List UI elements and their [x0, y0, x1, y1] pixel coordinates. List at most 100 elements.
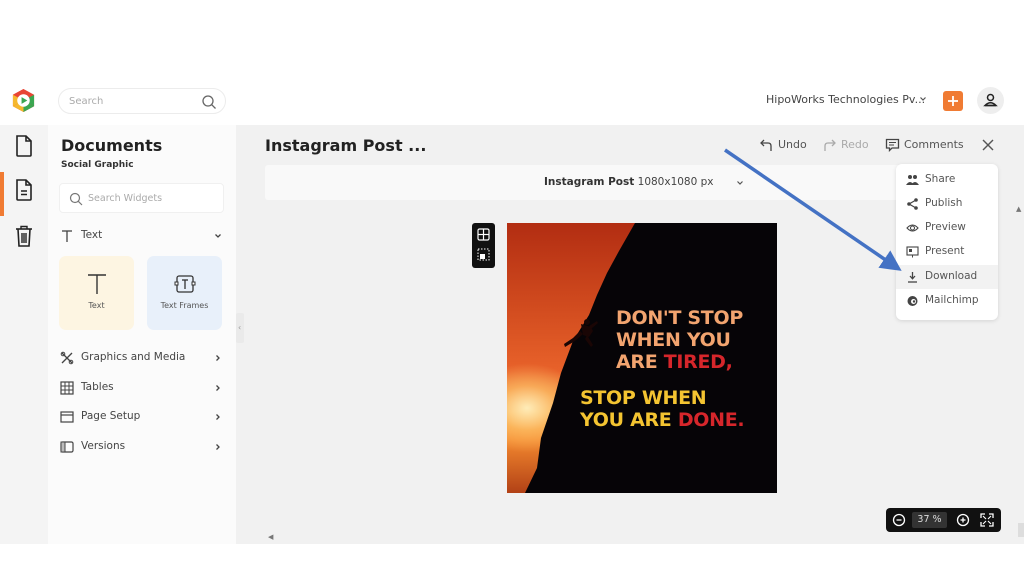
- zoom-controls: 37 %: [886, 508, 1001, 532]
- text-icon: [62, 230, 72, 242]
- grid-icon[interactable]: [477, 228, 490, 241]
- scroll-left-arrow[interactable]: ◀: [268, 533, 273, 541]
- chevron-right-icon: [216, 385, 220, 391]
- chevron-down-icon[interactable]: [918, 94, 928, 104]
- plus-icon: [948, 96, 958, 106]
- file-icon: [16, 135, 32, 157]
- close-icon[interactable]: [980, 137, 996, 153]
- undo-icon: [760, 139, 772, 151]
- page-setup-icon: [60, 411, 74, 423]
- menu-label: Publish: [925, 197, 963, 209]
- widget-tile-text-frames[interactable]: Text Frames: [147, 256, 222, 330]
- redo-label: Redo: [841, 138, 869, 151]
- table-icon: [60, 381, 74, 395]
- canvas-tools: [472, 223, 495, 268]
- present-icon: [906, 246, 919, 258]
- left-rail: [0, 125, 48, 544]
- quote-line: YOU ARE DONE.: [580, 409, 745, 431]
- menu-label: Mailchimp: [925, 294, 979, 306]
- chevron-down-icon[interactable]: [213, 231, 223, 241]
- comment-icon: [885, 138, 900, 152]
- quote-line: STOP WHEN: [580, 387, 707, 409]
- app-window: HipoWorks Technologies Pv... Documents S…: [0, 80, 1024, 544]
- format-selector[interactable]: Instagram Post 1080x1080 px: [544, 176, 714, 188]
- chevron-right-icon: [216, 414, 220, 420]
- quote-line: DON'T STOP: [616, 307, 743, 329]
- widget-search[interactable]: [59, 183, 224, 213]
- section-versions[interactable]: Versions: [59, 436, 227, 458]
- select-area-icon[interactable]: [477, 248, 490, 261]
- rail-item-documents[interactable]: [0, 125, 48, 167]
- menu-label: Present: [925, 245, 965, 257]
- quote-line: ARE TIRED,: [616, 351, 743, 373]
- global-search[interactable]: [58, 88, 226, 114]
- app-logo-icon[interactable]: [11, 88, 36, 113]
- format-size: 1080x1080 px: [637, 176, 714, 188]
- widget-search-input[interactable]: [88, 191, 218, 206]
- file-text-icon: [16, 179, 32, 201]
- section-label: Graphics and Media: [81, 351, 186, 363]
- quote-line: WHEN YOU: [616, 329, 731, 351]
- publish-icon: [907, 198, 918, 210]
- rail-item-trash[interactable]: [0, 215, 48, 257]
- share-menu: Share Publish Preview Present Download M…: [896, 164, 998, 320]
- rail-item-document-text[interactable]: [0, 169, 48, 216]
- section-label: Text: [81, 229, 103, 241]
- tile-label: Text: [88, 301, 105, 310]
- section-label: Versions: [81, 440, 126, 452]
- panel-collapse-handle[interactable]: ‹: [236, 313, 244, 343]
- fullscreen-icon[interactable]: [980, 513, 994, 527]
- quote-highlight: TIRED,: [663, 351, 733, 373]
- widget-tile-text[interactable]: Text: [59, 256, 134, 330]
- share-icon: [906, 175, 919, 185]
- text-frame-icon: [174, 275, 196, 293]
- user-icon: [983, 93, 998, 107]
- trash-icon: [16, 225, 32, 247]
- editor-area: Instagram Post ... Undo Redo Comments In…: [236, 125, 1024, 544]
- quote-part-one[interactable]: DON'T STOP WHEN YOU ARE TIRED,: [616, 307, 743, 373]
- zoom-out-icon[interactable]: [892, 513, 906, 527]
- menu-item-mailchimp[interactable]: Mailchimp: [896, 289, 998, 313]
- add-button[interactable]: [943, 91, 963, 111]
- menu-item-share[interactable]: Share: [896, 168, 998, 192]
- widgets-panel: Documents Social Graphic Text Text Text …: [48, 125, 236, 544]
- section-tables[interactable]: Tables: [59, 377, 227, 399]
- document-title[interactable]: Instagram Post ...: [265, 136, 426, 155]
- organization-selector[interactable]: HipoWorks Technologies Pv...: [766, 93, 925, 106]
- artboard-canvas[interactable]: DON'T STOP WHEN YOU ARE TIRED, STOP WHEN…: [507, 223, 777, 493]
- redo-icon: [824, 139, 836, 151]
- quote-text: YOU ARE: [580, 409, 678, 431]
- mailchimp-icon: [907, 296, 918, 306]
- search-input[interactable]: [69, 93, 194, 110]
- eye-icon: [906, 224, 919, 232]
- chevron-right-icon: [216, 444, 220, 450]
- quote-part-two[interactable]: STOP WHEN YOU ARE DONE.: [580, 387, 745, 431]
- panel-subtitle: Social Graphic: [61, 160, 134, 170]
- user-avatar[interactable]: [977, 87, 1004, 114]
- graphics-icon: [60, 351, 74, 365]
- format-bar: Instagram Post 1080x1080 px: [265, 165, 920, 200]
- search-icon: [69, 192, 83, 206]
- zoom-in-icon[interactable]: [956, 513, 970, 527]
- scroll-up-arrow[interactable]: ▲: [1016, 205, 1021, 213]
- menu-item-present[interactable]: Present: [896, 240, 998, 264]
- section-label: Page Setup: [81, 410, 141, 422]
- panel-title: Documents: [61, 136, 163, 155]
- section-text[interactable]: Text: [59, 225, 227, 247]
- section-page-setup[interactable]: Page Setup: [59, 406, 227, 428]
- vertical-scrollbar[interactable]: [1018, 523, 1024, 537]
- menu-item-publish[interactable]: Publish: [896, 192, 998, 216]
- menu-label: Preview: [925, 221, 966, 233]
- chevron-down-icon[interactable]: [735, 178, 745, 188]
- comments-label: Comments: [904, 138, 964, 151]
- menu-item-download[interactable]: Download: [896, 265, 998, 289]
- menu-label: Share: [925, 173, 956, 185]
- zoom-level[interactable]: 37 %: [912, 512, 947, 528]
- tile-label: Text Frames: [160, 301, 209, 310]
- menu-item-preview[interactable]: Preview: [896, 216, 998, 240]
- quote-text: ARE: [616, 351, 664, 373]
- section-graphics-and-media[interactable]: Graphics and Media: [59, 347, 227, 369]
- search-icon[interactable]: [201, 94, 217, 110]
- undo-label: Undo: [778, 138, 807, 151]
- versions-icon: [60, 441, 74, 453]
